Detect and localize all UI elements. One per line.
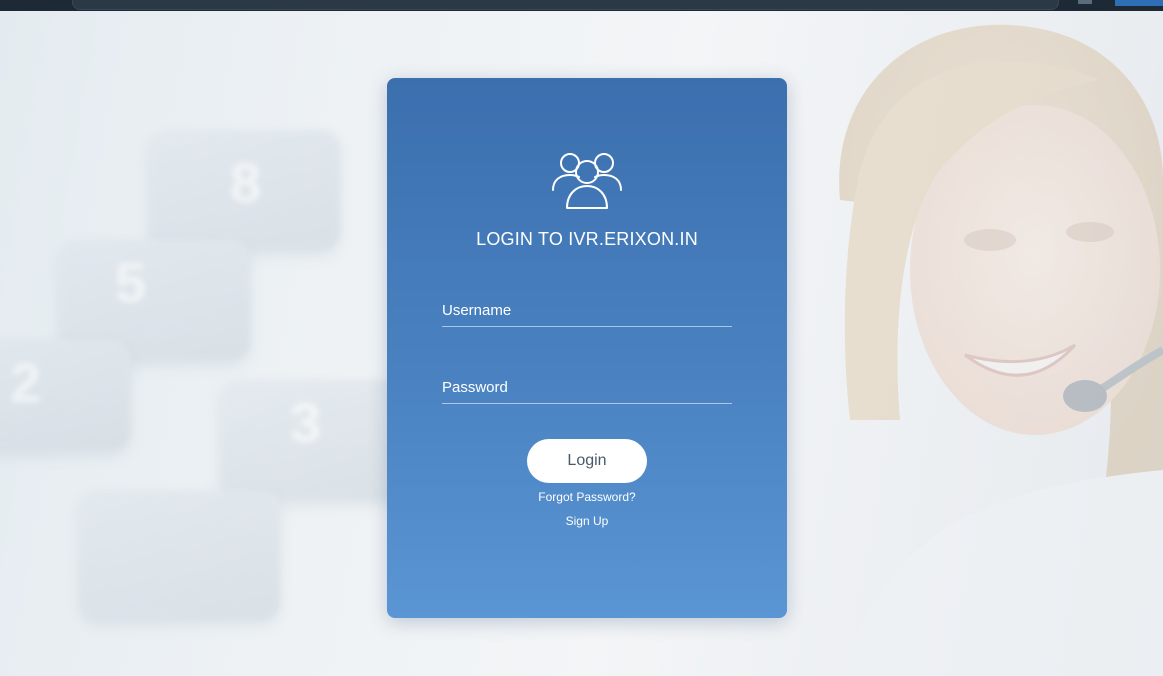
login-title: LOGIN TO IVR.ERIXON.IN [476, 229, 698, 249]
username-field [442, 296, 732, 327]
password-field [442, 373, 732, 404]
keypad-key [80, 490, 280, 620]
keypad-digit: 2 [10, 351, 42, 414]
keypad-digit: 8 [230, 151, 262, 214]
keypad-digit: 5 [115, 251, 147, 314]
background-person-image [839, 24, 1163, 676]
login-button[interactable]: Login [527, 439, 647, 483]
sign-up-link[interactable]: Sign Up [387, 514, 787, 528]
login-card: LOGIN TO IVR.ERIXON.IN Login Forgot Pass… [387, 78, 787, 618]
forgot-password-link[interactable]: Forgot Password? [387, 490, 787, 504]
keypad-digit: 3 [290, 391, 322, 454]
background-keypad-image: 8 5 2 3 [0, 20, 420, 660]
username-input[interactable] [442, 296, 732, 324]
login-page: 8 5 2 3 LOGIN TO IVR.ERIXON.IN Username … [0, 0, 1163, 676]
password-input[interactable] [442, 373, 732, 401]
users-icon [552, 153, 622, 209]
